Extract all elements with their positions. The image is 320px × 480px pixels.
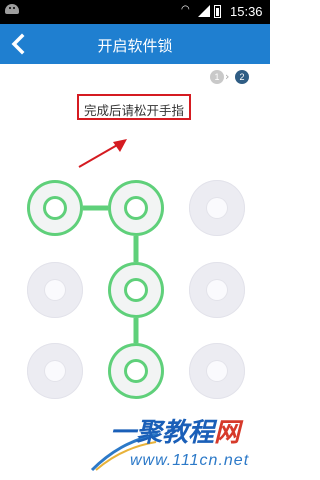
pattern-dot-6[interactable]	[189, 262, 245, 318]
watermark-domain: www.111cn.net	[130, 452, 250, 469]
pattern-dot-8[interactable]	[108, 343, 164, 399]
pattern-dot-4[interactable]	[27, 262, 83, 318]
pattern-connector	[55, 205, 139, 371]
pattern-dot-7[interactable]	[27, 343, 83, 399]
watermark-brand: 一聚教程网	[110, 412, 240, 449]
pattern-dot-3[interactable]	[189, 180, 245, 236]
pattern-dot-1[interactable]	[27, 180, 83, 236]
watermark-brand-text: 一聚教程	[110, 418, 215, 448]
pattern-dot-2[interactable]	[108, 180, 164, 236]
watermark-logo: 一聚教程网 www.111cn.net	[90, 412, 268, 478]
pattern-dot-9[interactable]	[189, 343, 245, 399]
watermark-brand-suffix: 网	[214, 418, 241, 448]
pattern-dot-5[interactable]	[108, 262, 164, 318]
pattern-lock[interactable]	[0, 0, 270, 480]
